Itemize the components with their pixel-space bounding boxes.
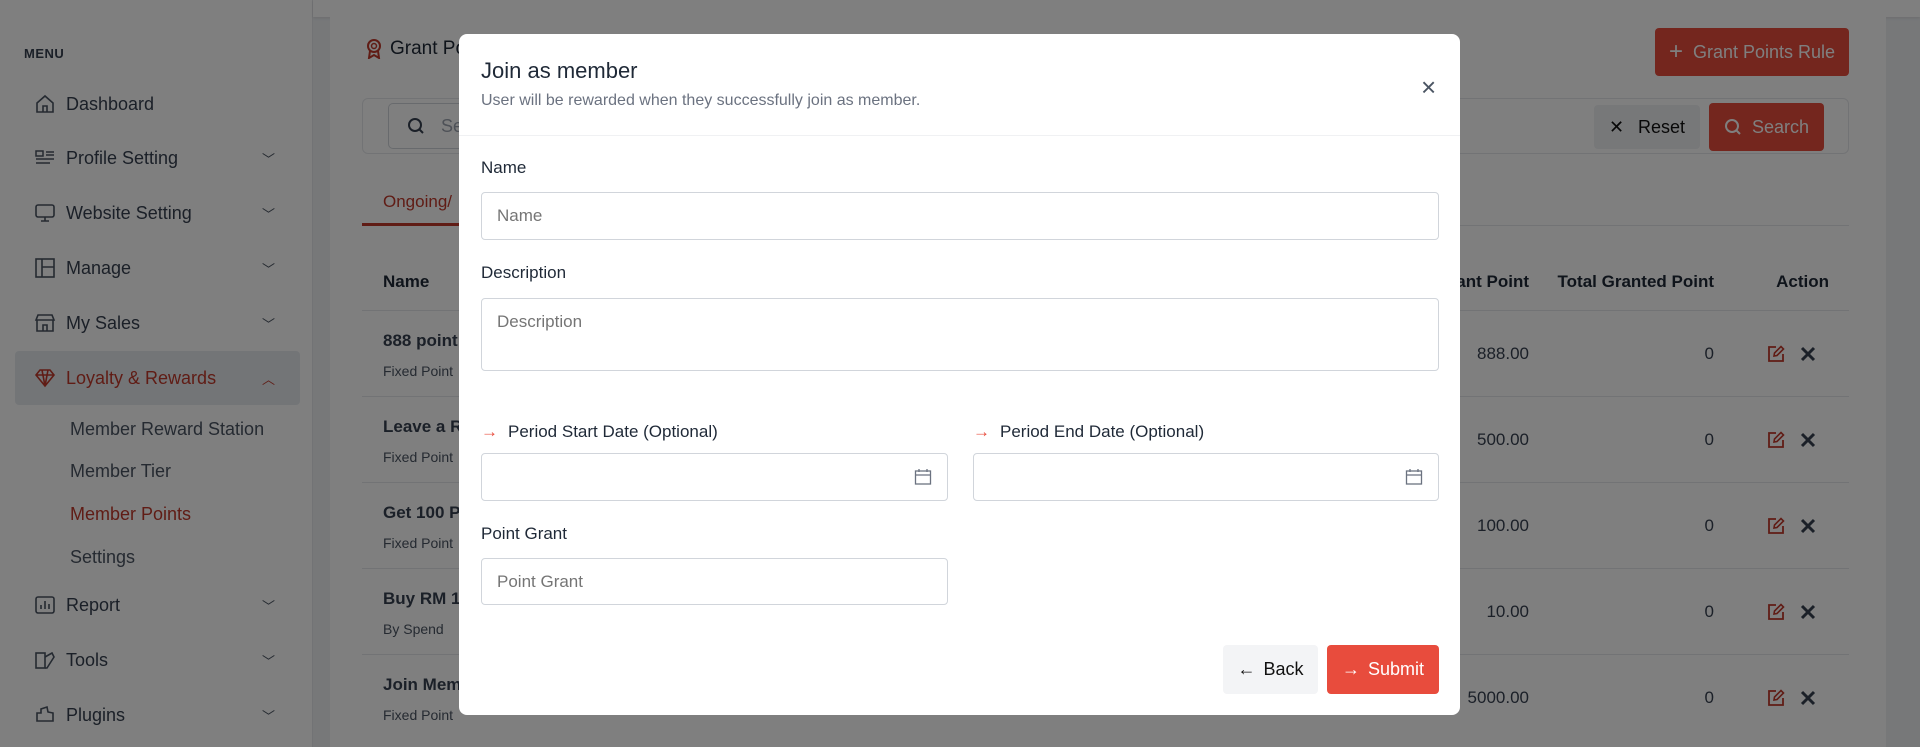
point-grant-label: Point Grant <box>481 524 567 543</box>
back-button[interactable]: ← Back <box>1223 645 1318 694</box>
arrow-right-icon: → <box>973 422 990 441</box>
calendar-icon <box>914 469 932 485</box>
arrow-right-icon: → <box>1341 659 1360 679</box>
end-date-label-text: Period End Date (Optional) <box>1000 422 1205 441</box>
end-date-label: → Period End Date (Optional) <box>973 422 1204 442</box>
modal-subtitle: User will be rewarded when they successf… <box>481 92 921 109</box>
point-grant-input[interactable] <box>481 558 948 605</box>
description-textarea[interactable] <box>481 298 1439 371</box>
start-date-input[interactable] <box>481 453 948 501</box>
join-member-modal: Join as member User will be rewarded whe… <box>459 34 1460 715</box>
start-date-label: → Period Start Date (Optional) <box>481 422 718 442</box>
submit-label: Submit <box>1367 659 1425 679</box>
calendar-icon <box>1405 469 1423 485</box>
description-label: Description <box>481 263 567 282</box>
submit-button[interactable]: → Submit <box>1327 645 1439 694</box>
modal-divider <box>459 135 1460 136</box>
name-input[interactable] <box>481 192 1439 240</box>
close-icon[interactable]: × <box>1421 72 1436 103</box>
start-date-label-text: Period Start Date (Optional) <box>508 422 718 441</box>
name-label: Name <box>481 158 527 177</box>
arrow-right-icon: → <box>481 422 498 441</box>
arrow-left-icon: ← <box>1237 659 1256 679</box>
back-label: Back <box>1263 659 1304 679</box>
end-date-input[interactable] <box>973 453 1439 501</box>
modal-title: Join as member <box>481 58 638 83</box>
